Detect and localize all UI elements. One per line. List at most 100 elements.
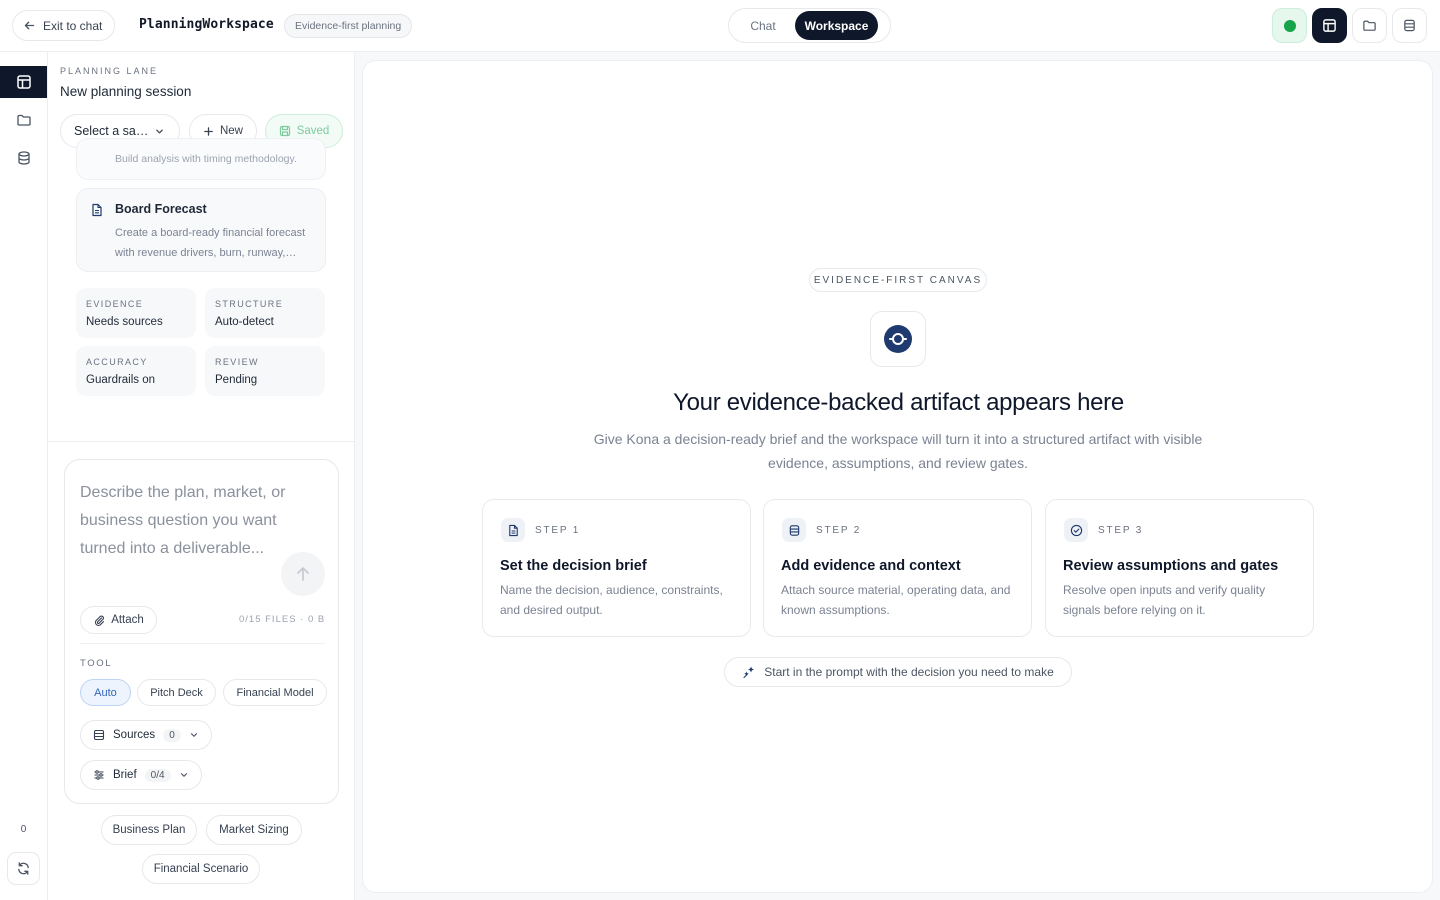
hint-text: Start in the prompt with the decision yo… (764, 665, 1054, 679)
new-label: New (219, 125, 243, 137)
folder-icon (1362, 18, 1377, 33)
template-card-board-forecast[interactable]: Board Forecast Create a board-ready fina… (76, 188, 326, 272)
sliders-icon (93, 769, 105, 781)
stat-value: Guardrails on (86, 374, 156, 386)
top-bar: Exit to chat PlanningWorkspace Evidence-… (0, 0, 1440, 52)
data-view-button[interactable] (1392, 8, 1427, 43)
stat-key: ACCURACY (86, 357, 148, 367)
suggestion-business-plan[interactable]: Business Plan (101, 815, 197, 845)
database-icon (782, 518, 806, 542)
exit-to-chat-button[interactable]: Exit to chat (12, 10, 116, 41)
template-description: Create a board-ready financial forecast … (115, 227, 306, 259)
database-icon (1402, 18, 1417, 33)
rail-item-data[interactable] (0, 142, 47, 174)
step-card-2: STEP 2 Add evidence and context Attach s… (763, 499, 1032, 637)
stat-value: Pending (215, 374, 258, 386)
send-button[interactable] (281, 552, 325, 596)
step-card-1: STEP 1 Set the decision brief Name the d… (482, 499, 751, 637)
files-info: 0/15 FILES · 0 B (239, 614, 326, 625)
app-title: PlanningWorkspace (139, 17, 274, 32)
rail-count: 0 (20, 824, 27, 835)
chevron-down-icon (154, 126, 165, 137)
stat-key: REVIEW (215, 357, 259, 367)
template-title: Board Forecast (115, 202, 207, 216)
step-description: Attach source material, operating data, … (781, 583, 1011, 617)
planning-panel: PLANNING LANE New planning session Selec… (48, 52, 355, 900)
rail-item-files[interactable] (0, 104, 47, 136)
connection-status-button[interactable] (1272, 8, 1307, 43)
step-label: STEP 2 (816, 525, 862, 536)
attach-button[interactable]: Attach (80, 606, 157, 634)
brief-label: Brief (113, 769, 137, 781)
prompt-composer: Describe the plan, market, or business q… (64, 459, 339, 804)
lane-label: PLANNING LANE (60, 66, 159, 76)
arrow-up-icon (294, 565, 312, 583)
exit-label: Exit to chat (43, 18, 103, 33)
suggestion-financial-scenario[interactable]: Financial Scenario (142, 854, 260, 884)
files-view-button[interactable] (1352, 8, 1387, 43)
canvas-description: Give Kona a decision-ready brief and the… (593, 431, 1203, 471)
step-title: Add evidence and context (781, 558, 961, 574)
folder-icon (16, 112, 32, 128)
chevron-down-icon (179, 770, 189, 780)
attach-label: Attach (111, 614, 144, 626)
status-dot-icon (1283, 19, 1296, 32)
composer-divider (80, 643, 325, 644)
save-icon (279, 125, 291, 137)
brief-dropdown[interactable]: Brief 0/4 (80, 760, 202, 790)
sparkles-icon (742, 665, 756, 679)
layout-icon (16, 74, 32, 90)
hero-icon-box (870, 311, 926, 367)
check-circle-icon (1064, 518, 1088, 542)
prompt-input[interactable]: Describe the plan, market, or business q… (80, 479, 290, 563)
step-label: STEP 1 (535, 525, 581, 536)
start-hint: Start in the prompt with the decision yo… (724, 657, 1072, 687)
step-description: Name the decision, audience, constraints… (500, 583, 723, 617)
tab-chat[interactable]: Chat (731, 11, 795, 40)
sync-icon (883, 324, 913, 354)
rail-item-layout[interactable] (0, 66, 47, 98)
tab-workspace[interactable]: Workspace (795, 11, 878, 40)
plus-icon (203, 126, 214, 137)
refresh-icon (16, 861, 31, 876)
layout-icon (1322, 18, 1337, 33)
tool-financial-model[interactable]: Financial Model (223, 679, 327, 706)
mode-toggle: Chat Workspace (728, 8, 891, 43)
select-label: Select a sa… (74, 124, 149, 138)
layout-view-button[interactable] (1312, 8, 1347, 43)
stat-structure: STRUCTURE Auto-detect (205, 288, 325, 338)
left-rail: 0 (0, 52, 48, 900)
refresh-button[interactable] (7, 852, 40, 885)
step-title: Set the decision brief (500, 558, 647, 574)
artifact-canvas: EVIDENCE-FIRST CANVAS Your evidence-back… (362, 60, 1433, 893)
template-card-clipped[interactable]: Build analysis with timing methodology. (76, 138, 326, 180)
saved-label: Saved (296, 125, 330, 137)
stat-key: STRUCTURE (215, 299, 284, 309)
sources-label: Sources (113, 729, 156, 741)
tool-pitch-deck[interactable]: Pitch Deck (137, 679, 216, 706)
document-icon (501, 518, 525, 542)
tool-auto[interactable]: Auto (80, 679, 131, 706)
session-name: New planning session (60, 84, 192, 99)
canvas-badge: EVIDENCE-FIRST CANVAS (809, 268, 987, 292)
stat-review: REVIEW Pending (205, 346, 325, 396)
document-icon (90, 203, 104, 217)
stat-evidence: EVIDENCE Needs sources (76, 288, 196, 338)
database-icon (16, 150, 32, 166)
clipped-card-text: Build analysis with timing methodology. (115, 153, 297, 165)
stat-value: Auto-detect (215, 316, 274, 328)
step-title: Review assumptions and gates (1063, 558, 1279, 574)
sources-count: 0 (163, 728, 181, 742)
brief-count: 0/4 (144, 768, 171, 782)
tool-label: TOOL (80, 658, 113, 669)
panel-divider (48, 441, 354, 442)
sources-dropdown[interactable]: Sources 0 (80, 720, 212, 750)
stat-key: EVIDENCE (86, 299, 144, 309)
step-description: Resolve open inputs and verify quality s… (1063, 583, 1266, 617)
subtitle-chip: Evidence-first planning (284, 14, 413, 38)
arrow-left-icon (23, 19, 36, 32)
stat-accuracy: ACCURACY Guardrails on (76, 346, 196, 396)
step-card-3: STEP 3 Review assumptions and gates Reso… (1045, 499, 1314, 637)
suggestion-market-sizing[interactable]: Market Sizing (206, 815, 302, 845)
step-label: STEP 3 (1098, 525, 1144, 536)
